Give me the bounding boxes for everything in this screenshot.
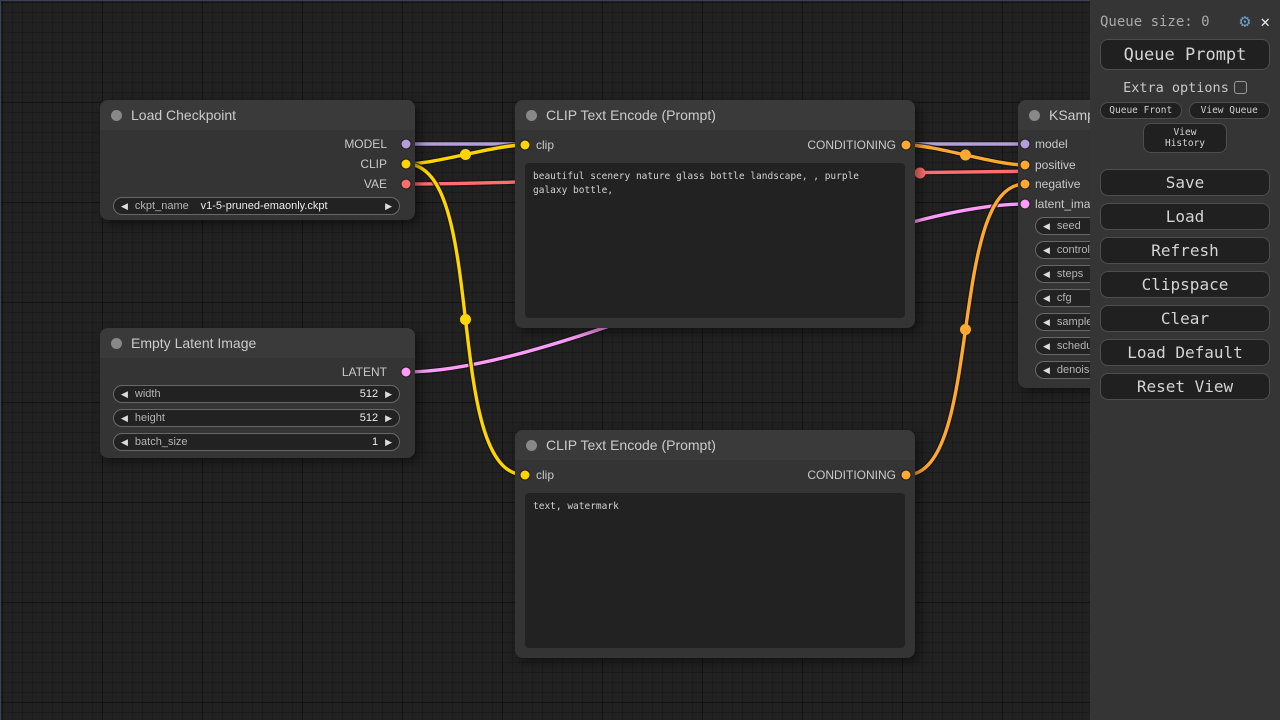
widget-label: batch_size (135, 436, 188, 448)
collapse-dot-icon[interactable] (111, 338, 122, 349)
node-title-bar[interactable]: CLIP Text Encode (Prompt) (515, 430, 915, 460)
input-label-model: model (1035, 137, 1068, 151)
widget-label: seed (1057, 220, 1081, 232)
collapse-dot-icon[interactable] (1029, 110, 1040, 121)
output-port-vae[interactable] (402, 180, 411, 189)
node-title: CLIP Text Encode (Prompt) (546, 107, 716, 123)
widget-left-arrow-icon[interactable]: ◀ (114, 438, 135, 447)
node-clip-text-encode-negative[interactable]: CLIP Text Encode (Prompt) clip CONDITION… (515, 430, 915, 658)
load-default-button[interactable]: Load Default (1100, 339, 1270, 366)
widget-left-arrow-icon[interactable]: ◀ (114, 390, 135, 399)
widget-ckpt-name[interactable]: ◀ ckpt_name v1-5-pruned-emaonly.ckpt ▶ (113, 197, 400, 215)
widget-left-arrow-icon[interactable]: ◀ (1036, 270, 1057, 279)
node-clip-text-encode-positive[interactable]: CLIP Text Encode (Prompt) clip CONDITION… (515, 100, 915, 328)
comfy-menu: Queue size: 0 ⚙ ✕ Queue Prompt Extra opt… (1090, 0, 1280, 720)
view-history-line1: View (1174, 127, 1197, 138)
input-port-positive[interactable] (1021, 161, 1030, 170)
save-button[interactable]: Save (1100, 169, 1270, 196)
output-label-latent: LATENT (342, 365, 387, 379)
output-label-conditioning: CONDITIONING (807, 138, 896, 152)
widget-value: 512 (360, 388, 378, 400)
widget-right-arrow-icon[interactable]: ▶ (378, 390, 399, 399)
widget-right-arrow-icon[interactable]: ▶ (378, 202, 399, 211)
negative-prompt-textarea[interactable]: text, watermark (525, 493, 905, 648)
input-port-clip[interactable] (521, 141, 530, 150)
load-button[interactable]: Load (1100, 203, 1270, 230)
widget-label: ckpt_name (135, 200, 189, 212)
output-port-latent[interactable] (402, 368, 411, 377)
node-title-bar[interactable]: CLIP Text Encode (Prompt) (515, 100, 915, 130)
output-port-clip[interactable] (402, 160, 411, 169)
widget-label: cfg (1057, 292, 1072, 304)
output-label-model: MODEL (344, 137, 387, 151)
queue-front-button[interactable]: Queue Front (1100, 102, 1182, 119)
widget-value: 512 (360, 412, 378, 424)
menu-button-list: Save Load Refresh Clipspace Clear Load D… (1100, 169, 1270, 400)
view-history-line2: History (1165, 138, 1205, 149)
comfyui-app: Load Checkpoint MODEL CLIP VAE ◀ ckpt_na… (0, 0, 1280, 720)
widget-batch-size[interactable]: ◀ batch_size 1 ▶ (113, 433, 400, 451)
node-title-bar[interactable]: Load Checkpoint (100, 100, 415, 130)
input-port-latent-image[interactable] (1021, 200, 1030, 209)
widget-left-arrow-icon[interactable]: ◀ (114, 414, 135, 423)
close-icon[interactable]: ✕ (1260, 14, 1270, 30)
widget-right-arrow-icon[interactable]: ▶ (378, 438, 399, 447)
collapse-dot-icon[interactable] (111, 110, 122, 121)
widget-label: height (135, 412, 165, 424)
view-history-button[interactable]: View History (1143, 123, 1227, 153)
queue-size-label: Queue size: 0 (1100, 14, 1210, 30)
output-port-model[interactable] (402, 140, 411, 149)
node-title: CLIP Text Encode (Prompt) (546, 437, 716, 453)
input-label-positive: positive (1035, 158, 1076, 172)
positive-prompt-textarea[interactable]: beautiful scenery nature glass bottle la… (525, 163, 905, 318)
widget-label: width (135, 388, 161, 400)
widget-left-arrow-icon[interactable]: ◀ (1036, 222, 1057, 231)
refresh-button[interactable]: Refresh (1100, 237, 1270, 264)
node-title-bar[interactable]: Empty Latent Image (100, 328, 415, 358)
input-label-negative: negative (1035, 177, 1080, 191)
extra-options-checkbox[interactable] (1234, 81, 1247, 94)
output-label-conditioning: CONDITIONING (807, 468, 896, 482)
extra-options-row: Extra options (1100, 79, 1270, 96)
widget-left-arrow-icon[interactable]: ◀ (1036, 366, 1057, 375)
widget-left-arrow-icon[interactable]: ◀ (1036, 246, 1057, 255)
collapse-dot-icon[interactable] (526, 440, 537, 451)
input-label-clip: clip (536, 468, 554, 482)
widget-left-arrow-icon[interactable]: ◀ (1036, 318, 1057, 327)
clipspace-button[interactable]: Clipspace (1100, 271, 1270, 298)
widget-height[interactable]: ◀ height 512 ▶ (113, 409, 400, 427)
output-port-conditioning[interactable] (902, 471, 911, 480)
queue-size-row: Queue size: 0 ⚙ ✕ (1100, 9, 1270, 35)
view-queue-button[interactable]: View Queue (1189, 102, 1271, 119)
widget-left-arrow-icon[interactable]: ◀ (114, 202, 135, 211)
widget-left-arrow-icon[interactable]: ◀ (1036, 342, 1057, 351)
queue-prompt-button[interactable]: Queue Prompt (1100, 39, 1270, 70)
input-label-clip: clip (536, 138, 554, 152)
input-port-clip[interactable] (521, 471, 530, 480)
output-label-vae: VAE (364, 177, 387, 191)
settings-gear-icon[interactable]: ⚙ (1240, 13, 1251, 31)
queue-small-buttons: Queue Front View Queue (1100, 102, 1270, 119)
widget-right-arrow-icon[interactable]: ▶ (378, 414, 399, 423)
node-title: Load Checkpoint (131, 107, 236, 123)
node-load-checkpoint[interactable]: Load Checkpoint MODEL CLIP VAE ◀ ckpt_na… (100, 100, 415, 220)
output-label-clip: CLIP (360, 157, 387, 171)
widget-label: steps (1057, 268, 1083, 280)
input-port-model[interactable] (1021, 140, 1030, 149)
widget-value: v1-5-pruned-emaonly.ckpt (201, 200, 328, 212)
output-port-conditioning[interactable] (902, 141, 911, 150)
reset-view-button[interactable]: Reset View (1100, 373, 1270, 400)
extra-options-label: Extra options (1123, 80, 1229, 96)
node-title: Empty Latent Image (131, 335, 256, 351)
widget-width[interactable]: ◀ width 512 ▶ (113, 385, 400, 403)
input-port-negative[interactable] (1021, 180, 1030, 189)
node-empty-latent-image[interactable]: Empty Latent Image LATENT ◀ width 512 ▶ … (100, 328, 415, 458)
widget-left-arrow-icon[interactable]: ◀ (1036, 294, 1057, 303)
collapse-dot-icon[interactable] (526, 110, 537, 121)
clear-button[interactable]: Clear (1100, 305, 1270, 332)
